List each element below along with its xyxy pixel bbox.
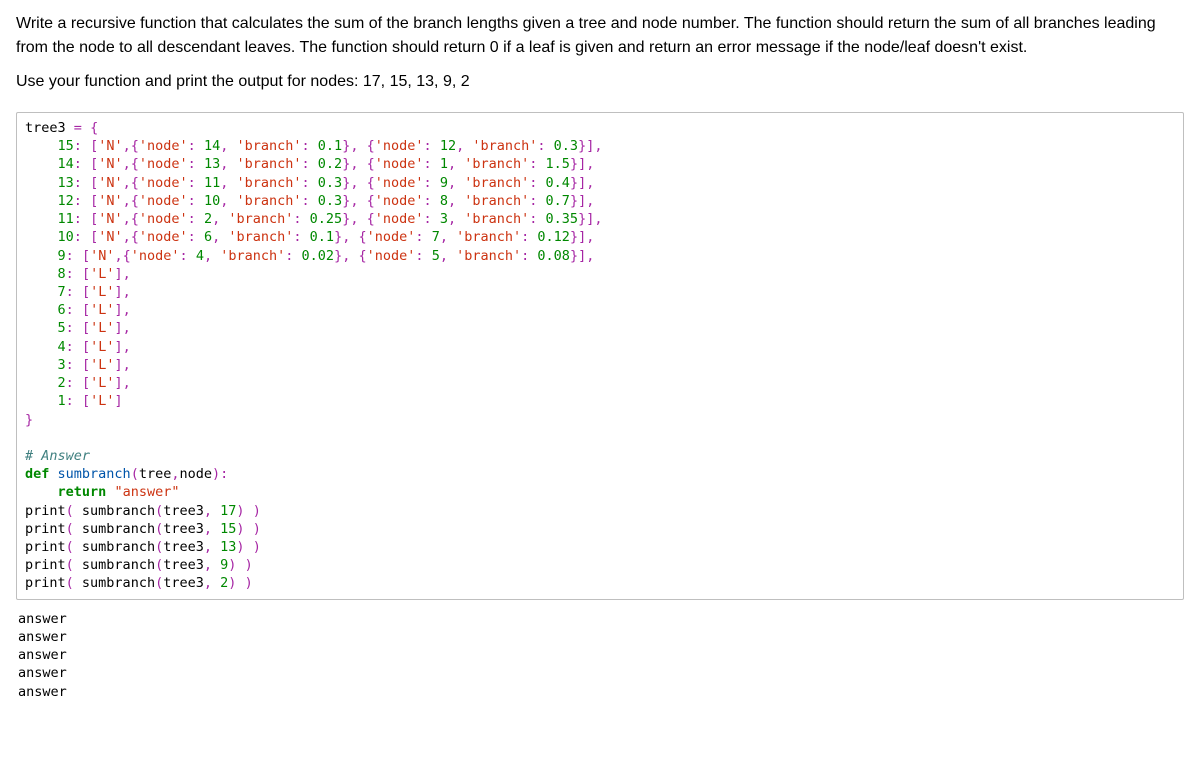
code-line[interactable]: print( sumbranch(tree3, 9) ) <box>25 556 1175 574</box>
code-line[interactable]: return "answer" <box>25 483 1175 501</box>
code-output: answeransweransweransweranswer <box>16 610 1184 701</box>
code-line[interactable]: # Answer <box>25 447 1175 465</box>
code-line[interactable]: 3: ['L'], <box>25 356 1175 374</box>
code-line[interactable]: 12: ['N',{'node': 10, 'branch': 0.3}, {'… <box>25 192 1175 210</box>
output-line: answer <box>18 646 1184 664</box>
markdown-cell: Write a recursive function that calculat… <box>16 12 1184 94</box>
prompt-paragraph-2: Use your function and print the output f… <box>16 70 1184 94</box>
code-line[interactable]: 5: ['L'], <box>25 319 1175 337</box>
code-line[interactable] <box>25 429 1175 447</box>
output-line: answer <box>18 610 1184 628</box>
code-line[interactable]: print( sumbranch(tree3, 2) ) <box>25 574 1175 592</box>
code-line[interactable]: 4: ['L'], <box>25 338 1175 356</box>
code-line[interactable]: 6: ['L'], <box>25 301 1175 319</box>
code-line[interactable]: 14: ['N',{'node': 13, 'branch': 0.2}, {'… <box>25 155 1175 173</box>
code-line[interactable]: print( sumbranch(tree3, 13) ) <box>25 538 1175 556</box>
output-line: answer <box>18 683 1184 701</box>
code-line[interactable]: def sumbranch(tree,node): <box>25 465 1175 483</box>
code-line[interactable]: 10: ['N',{'node': 6, 'branch': 0.1}, {'n… <box>25 228 1175 246</box>
code-line[interactable]: 11: ['N',{'node': 2, 'branch': 0.25}, {'… <box>25 210 1175 228</box>
code-line[interactable]: print( sumbranch(tree3, 17) ) <box>25 502 1175 520</box>
output-line: answer <box>18 628 1184 646</box>
code-line[interactable]: 9: ['N',{'node': 4, 'branch': 0.02}, {'n… <box>25 247 1175 265</box>
output-line: answer <box>18 664 1184 682</box>
code-line[interactable]: 8: ['L'], <box>25 265 1175 283</box>
code-line[interactable]: tree3 = { <box>25 119 1175 137</box>
code-line[interactable]: 1: ['L'] <box>25 392 1175 410</box>
code-line[interactable]: 15: ['N',{'node': 14, 'branch': 0.1}, {'… <box>25 137 1175 155</box>
code-line[interactable]: 7: ['L'], <box>25 283 1175 301</box>
code-line[interactable]: 13: ['N',{'node': 11, 'branch': 0.3}, {'… <box>25 174 1175 192</box>
notebook-page: Write a recursive function that calculat… <box>0 0 1200 713</box>
code-line[interactable]: } <box>25 411 1175 429</box>
prompt-paragraph-1: Write a recursive function that calculat… <box>16 12 1184 60</box>
code-line[interactable]: print( sumbranch(tree3, 15) ) <box>25 520 1175 538</box>
code-cell[interactable]: tree3 = { 15: ['N',{'node': 14, 'branch'… <box>16 112 1184 600</box>
code-line[interactable]: 2: ['L'], <box>25 374 1175 392</box>
